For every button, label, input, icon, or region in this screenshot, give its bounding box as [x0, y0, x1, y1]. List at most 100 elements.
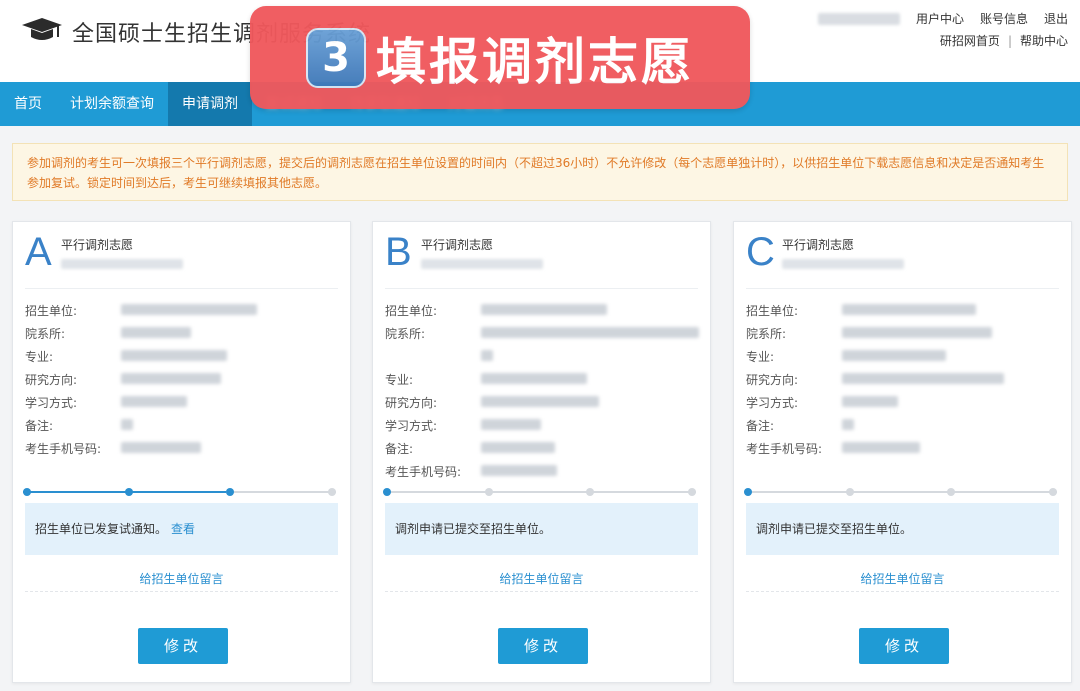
label-unit: 招生单位:	[385, 304, 438, 318]
overlay-title: 填报调剂志愿	[376, 32, 694, 91]
progress-dot	[947, 488, 956, 496]
label-major: 专业:	[25, 350, 54, 364]
label-study-mode: 学习方式:	[385, 419, 438, 433]
progress-dot	[586, 488, 595, 496]
status-box: 调剂申请已提交至招生单位。	[385, 503, 698, 555]
progress-dot	[124, 488, 133, 496]
divider	[385, 288, 698, 289]
label-major: 专业:	[746, 350, 775, 364]
overlay-banner: 3 填报调剂志愿	[250, 6, 750, 109]
separator: |	[1007, 34, 1012, 48]
user-center-link[interactable]: 用户中心	[916, 8, 964, 30]
divider-dashed	[25, 591, 338, 592]
card-letter: C	[746, 230, 775, 274]
nav-apply-adjustment[interactable]: 申请调剂	[168, 82, 252, 126]
status-text: 调剂申请已提交至招生单位。	[395, 522, 552, 536]
divider-dashed	[385, 591, 698, 592]
status-text: 调剂申请已提交至招生单位。	[756, 522, 913, 536]
nav-plan-balance[interactable]: 计划余额查询	[56, 82, 168, 126]
value-unit-blurred	[481, 304, 607, 315]
label-dept: 院系所:	[746, 327, 787, 341]
progress-dot	[688, 488, 696, 496]
volunteer-card-c: C 平行调剂志愿 招生单位: 院系所: 专业: 研究方向: 学习方式: 备注: …	[733, 221, 1072, 683]
label-dept: 院系所:	[385, 327, 426, 341]
label-phone: 考生手机号码:	[746, 442, 823, 456]
value-remark-blurred	[842, 419, 854, 430]
card-letter: A	[25, 230, 52, 274]
value-major-blurred	[121, 350, 227, 361]
progress-track	[744, 491, 1057, 493]
account-info-link[interactable]: 账号信息	[980, 8, 1028, 30]
card-date-blurred	[61, 259, 183, 269]
label-major: 专业:	[385, 373, 414, 387]
value-major-blurred	[842, 350, 946, 361]
volunteer-card-a: A 平行调剂志愿 招生单位: 院系所: 专业: 研究方向: 学习方式: 备注: …	[12, 221, 351, 683]
value-major-blurred	[481, 373, 587, 384]
progress-dot	[845, 488, 854, 496]
label-direction: 研究方向:	[25, 373, 78, 387]
progress-dot	[226, 488, 235, 496]
value-remark-blurred	[481, 442, 555, 453]
edit-button[interactable]: 修改	[498, 628, 588, 664]
label-unit: 招生单位:	[746, 304, 799, 318]
value-dept-blurred	[481, 327, 699, 338]
card-title: 平行调剂志愿	[782, 238, 855, 252]
message-unit-link[interactable]: 给招生单位留言	[13, 570, 350, 587]
status-box: 调剂申请已提交至招生单位。	[746, 503, 1059, 555]
label-phone: 考生手机号码:	[385, 465, 462, 479]
progress-bar	[744, 488, 1057, 496]
card-date-blurred	[421, 259, 543, 269]
value-phone-blurred	[481, 465, 557, 476]
status-box: 招生单位已发复试通知。 查看	[25, 503, 338, 555]
card-title: 平行调剂志愿	[421, 238, 494, 252]
value-phone-blurred	[121, 442, 201, 453]
message-unit-link[interactable]: 给招生单位留言	[373, 570, 710, 587]
username-blurred	[817, 13, 900, 25]
volunteer-card-b: B 平行调剂志愿 招生单位: 院系所: 专业: 研究方向: 学习方式: 备注: …	[372, 221, 711, 683]
card-date-blurred	[782, 259, 904, 269]
value-unit-blurred	[842, 304, 976, 315]
label-remark: 备注:	[385, 442, 414, 456]
notice-box: 参加调剂的考生可一次填报三个平行调剂志愿，提交后的调剂志愿在招生单位设置的时间内…	[12, 143, 1068, 201]
value-direction-blurred	[842, 373, 1004, 384]
card-letter: B	[385, 230, 412, 274]
value-remark-blurred	[121, 419, 133, 430]
view-link[interactable]: 查看	[171, 522, 195, 536]
progress-track	[383, 491, 696, 493]
label-study-mode: 学习方式:	[25, 396, 78, 410]
value-dept-blurred	[121, 327, 191, 338]
value-unit-blurred	[121, 304, 257, 315]
divider-dashed	[746, 591, 1059, 592]
divider	[746, 288, 1059, 289]
nav-home[interactable]: 首页	[0, 82, 56, 126]
status-text: 招生单位已发复试通知。	[35, 522, 168, 536]
label-direction: 研究方向:	[746, 373, 799, 387]
help-center-link[interactable]: 帮助中心	[1020, 30, 1068, 52]
progress-bar	[23, 488, 336, 496]
message-unit-link[interactable]: 给招生单位留言	[734, 570, 1071, 587]
value-dept-blurred-line2	[481, 350, 493, 361]
label-unit: 招生单位:	[25, 304, 78, 318]
value-phone-blurred	[842, 442, 920, 453]
progress-dot	[484, 488, 493, 496]
value-direction-blurred	[481, 396, 599, 407]
progress-dot	[328, 488, 336, 496]
label-remark: 备注:	[25, 419, 54, 433]
progress-dot	[383, 488, 391, 496]
logout-link[interactable]: 退出	[1044, 8, 1068, 30]
label-phone: 考生手机号码:	[25, 442, 102, 456]
edit-button[interactable]: 修改	[138, 628, 228, 664]
yanzhao-home-link[interactable]: 研招网首页	[940, 30, 1000, 52]
step-number-badge: 3	[306, 27, 366, 88]
value-direction-blurred	[121, 373, 221, 384]
divider	[25, 288, 338, 289]
value-dept-blurred	[842, 327, 992, 338]
value-study-mode-blurred	[481, 419, 541, 430]
label-dept: 院系所:	[25, 327, 66, 341]
value-study-mode-blurred	[121, 396, 187, 407]
label-study-mode: 学习方式:	[746, 396, 799, 410]
progress-dot	[23, 488, 31, 496]
card-title: 平行调剂志愿	[61, 238, 134, 252]
edit-button[interactable]: 修改	[859, 628, 949, 664]
progress-dot	[1049, 488, 1057, 496]
